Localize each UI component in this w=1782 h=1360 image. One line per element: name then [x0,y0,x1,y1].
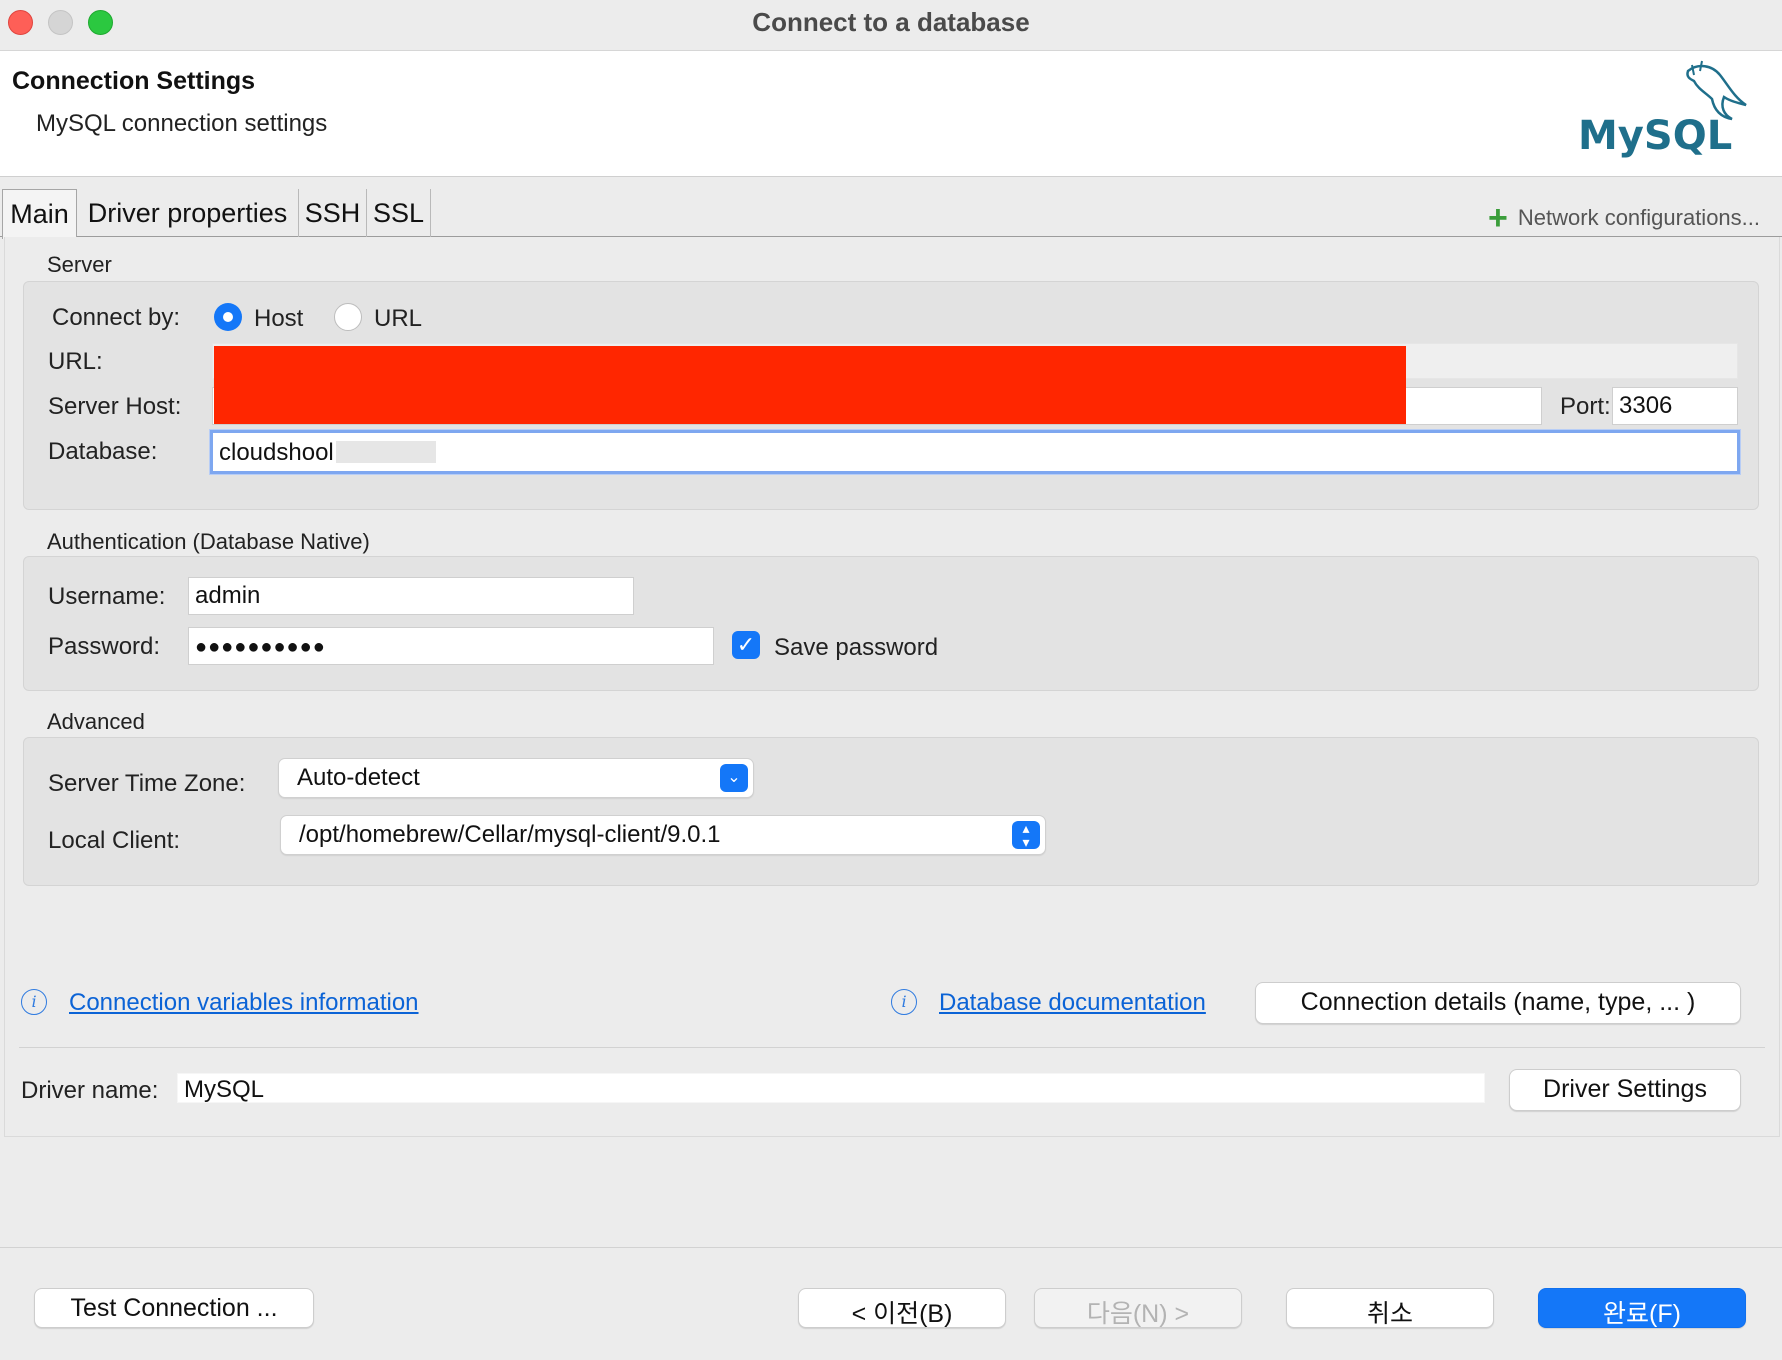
footer-divider [0,1247,1782,1248]
plus-icon: + [1488,199,1508,237]
auth-group: Username: admin Password: ●●●●●●●●●● ✓ S… [23,556,1759,691]
driver-settings-button[interactable]: Driver Settings [1509,1069,1741,1111]
database-label: Database: [48,438,158,465]
tab-main[interactable]: Main [2,189,77,239]
database-documentation-link[interactable]: Database documentation [939,989,1206,1017]
database-redaction [335,441,436,463]
network-configurations-button[interactable]: + Network configurations... [1488,199,1760,238]
tab-ssh[interactable]: SSH [299,189,367,237]
save-password-checkbox[interactable]: ✓ [732,631,760,659]
local-client-value: /opt/homebrew/Cellar/mysql-client/9.0.1 [299,821,721,848]
server-section-label: Server [47,252,112,277]
password-label: Password: [48,633,161,660]
finish-button[interactable]: 완료(F) [1538,1288,1746,1328]
network-configurations-label: Network configurations... [1517,205,1760,230]
host-radio-label: Host [254,305,304,332]
driver-name-label: Driver name: [21,1077,159,1104]
url-radio[interactable] [334,303,362,331]
back-button[interactable]: < 이전(B) [798,1288,1006,1328]
server-group: Connect by: Host URL URL: Server Host: P… [23,281,1759,510]
divider [19,1047,1765,1048]
main-tab-panel: Server Connect by: Host URL URL: Server … [4,237,1780,1137]
tab-driver-properties[interactable]: Driver properties [77,189,299,237]
auth-section-label: Authentication (Database Native) [47,529,370,554]
window-title: Connect to a database [752,7,1030,37]
database-field[interactable]: cloudshool [210,430,1740,474]
tab-bar: Main Driver properties SSH SSL + Network … [0,189,1782,239]
server-timezone-label: Server Time Zone: [48,770,246,797]
connect-by-label: Connect by: [52,304,181,331]
database-value: cloudshool [219,439,334,466]
up-down-chevron-icon: ▴ ▾ [1012,821,1040,849]
username-field[interactable]: admin [188,577,634,615]
connection-variables-link[interactable]: Connection variables information [69,989,419,1017]
server-host-label: Server Host: [48,393,182,420]
port-label: Port: [1560,393,1611,420]
advanced-section-label: Advanced [47,709,145,734]
url-label: URL: [48,348,103,375]
test-connection-button[interactable]: Test Connection ... [34,1288,314,1328]
dialog-header: Connection Settings MySQL connection set… [0,51,1782,177]
username-label: Username: [48,583,166,610]
port-field[interactable]: 3306 [1612,387,1738,425]
redaction-block [214,346,1406,424]
tab-ssl[interactable]: SSL [367,189,431,237]
page-subtitle: MySQL connection settings [36,110,328,137]
info-icon: i [891,989,917,1015]
password-field[interactable]: ●●●●●●●●●● [188,627,714,665]
server-timezone-value: Auto-detect [297,764,420,791]
cancel-button[interactable]: 취소 [1286,1288,1494,1328]
url-radio-label: URL [374,305,423,332]
driver-name-field: MySQL [177,1073,1485,1103]
host-radio[interactable] [214,303,242,331]
info-icon: i [21,989,47,1015]
local-client-select[interactable]: /opt/homebrew/Cellar/mysql-client/9.0.1 … [280,815,1046,855]
connection-details-button[interactable]: Connection details (name, type, ... ) [1255,982,1741,1024]
title-bar: Connect to a database [0,0,1782,51]
local-client-label: Local Client: [48,827,181,854]
chevron-down-icon: ⌄ [720,764,748,792]
mysql-logo-icon: MySQL [1578,60,1747,159]
next-button[interactable]: 다음(N) > [1034,1288,1242,1328]
server-timezone-select[interactable]: Auto-detect ⌄ [278,758,754,798]
advanced-group: Server Time Zone: Auto-detect ⌄ Local Cl… [23,737,1759,886]
page-title: Connection Settings [12,67,256,95]
mysql-logo-text: MySQL [1578,113,1732,159]
save-password-label: Save password [774,634,939,661]
